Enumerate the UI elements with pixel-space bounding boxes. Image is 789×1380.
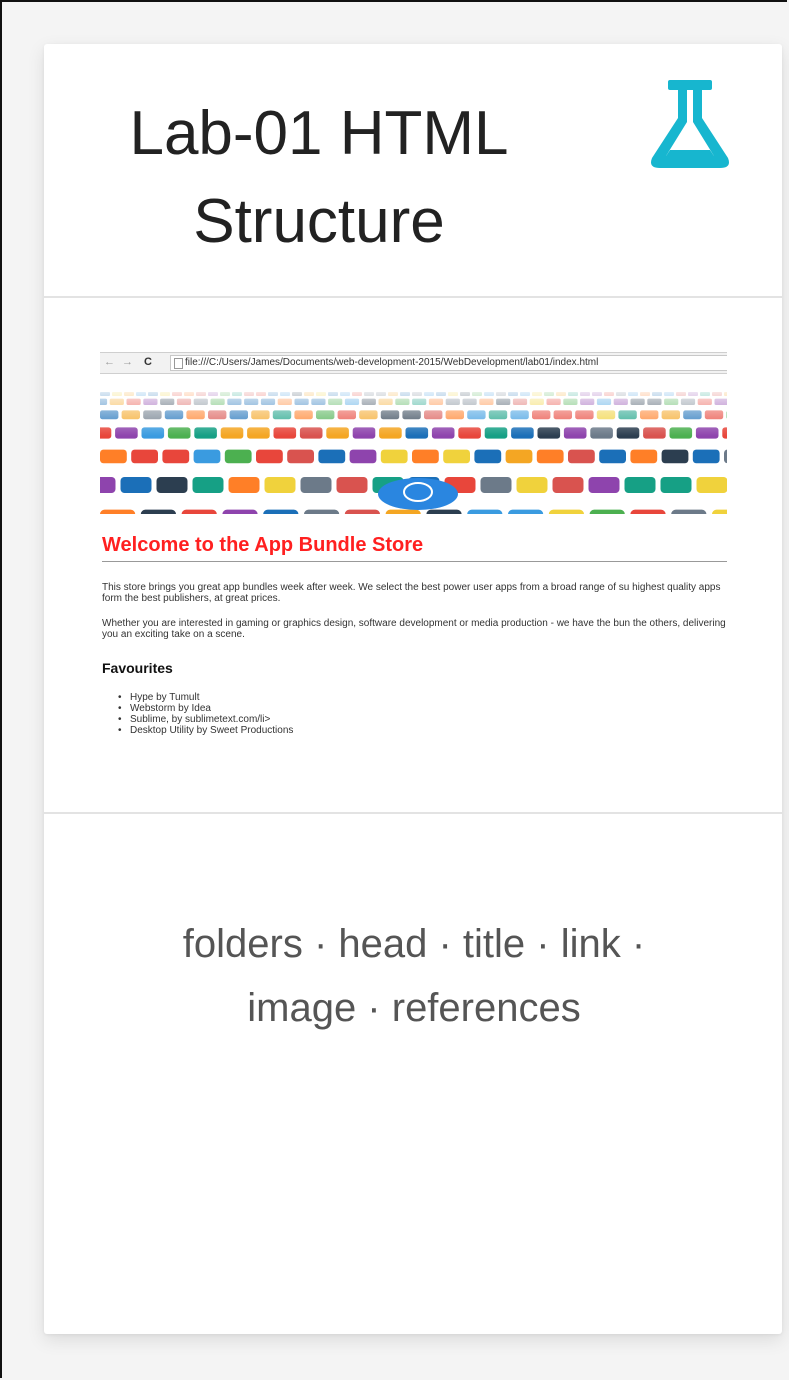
browser-toolbar: ← → C file:///C:/Users/James/Documents/w… — [100, 352, 727, 374]
flask-icon — [651, 80, 729, 168]
lab-card[interactable]: Lab-01 HTML Structure ← → C file:///C:/U… — [44, 44, 782, 1334]
app-icons-banner — [100, 384, 727, 514]
card-title: Lab-01 HTML Structure — [129, 99, 509, 256]
back-arrow-icon: ← — [104, 356, 115, 368]
address-bar: file:///C:/Users/James/Documents/web-dev… — [170, 355, 727, 371]
forward-arrow-icon: → — [122, 356, 133, 368]
site-heading: Welcome to the App Bundle Store — [102, 534, 727, 562]
list-item: Desktop Utility by Sweet Productions — [118, 725, 293, 736]
card-header: Lab-01 HTML Structure — [44, 44, 782, 298]
reload-icon: C — [144, 356, 152, 368]
list-item: Webstorm by Idea — [118, 703, 293, 714]
card-footer: folders · head · title · link · image · … — [44, 814, 782, 1334]
address-text: file:///C:/Users/James/Documents/web-dev… — [185, 357, 599, 368]
favourites-heading: Favourites — [102, 660, 173, 676]
card-image-section: ← → C file:///C:/Users/James/Documents/w… — [44, 298, 782, 814]
intro-paragraph: This store brings you great app bundles … — [102, 582, 721, 604]
favourites-list: Hype by Tumult Webstorm by Idea Sublime,… — [118, 692, 293, 736]
page-icon — [174, 358, 183, 369]
list-item: Sublime, by sublimetext.com/li> — [118, 714, 293, 725]
topic-keywords: folders · head · title · link · image · … — [182, 922, 646, 1030]
website-screenshot: ← → C file:///C:/Users/James/Documents/w… — [100, 352, 727, 772]
list-item: Hype by Tumult — [118, 692, 293, 703]
second-paragraph: Whether you are interested in gaming or … — [102, 618, 726, 640]
